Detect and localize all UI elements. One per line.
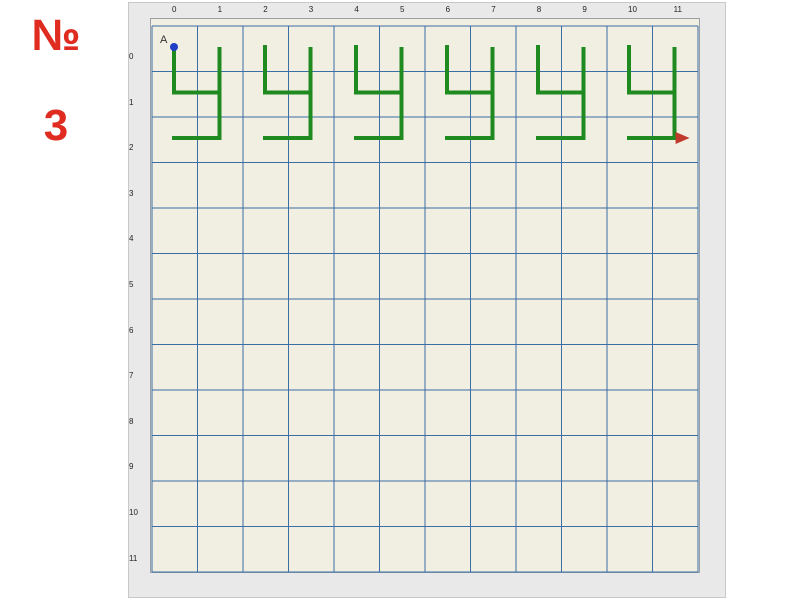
figure-che-1: [172, 45, 222, 140]
figure-che-6: [627, 45, 677, 140]
executor-arrow-icon: [675, 132, 690, 144]
figure-che-4: [445, 45, 495, 140]
figure-che-5: [536, 45, 586, 140]
drawing-field: A: [151, 25, 699, 573]
figure-che-2: [263, 45, 313, 140]
figure-che-3: [354, 45, 404, 140]
start-point-label: A: [160, 34, 168, 46]
start-point-icon: [170, 43, 178, 51]
